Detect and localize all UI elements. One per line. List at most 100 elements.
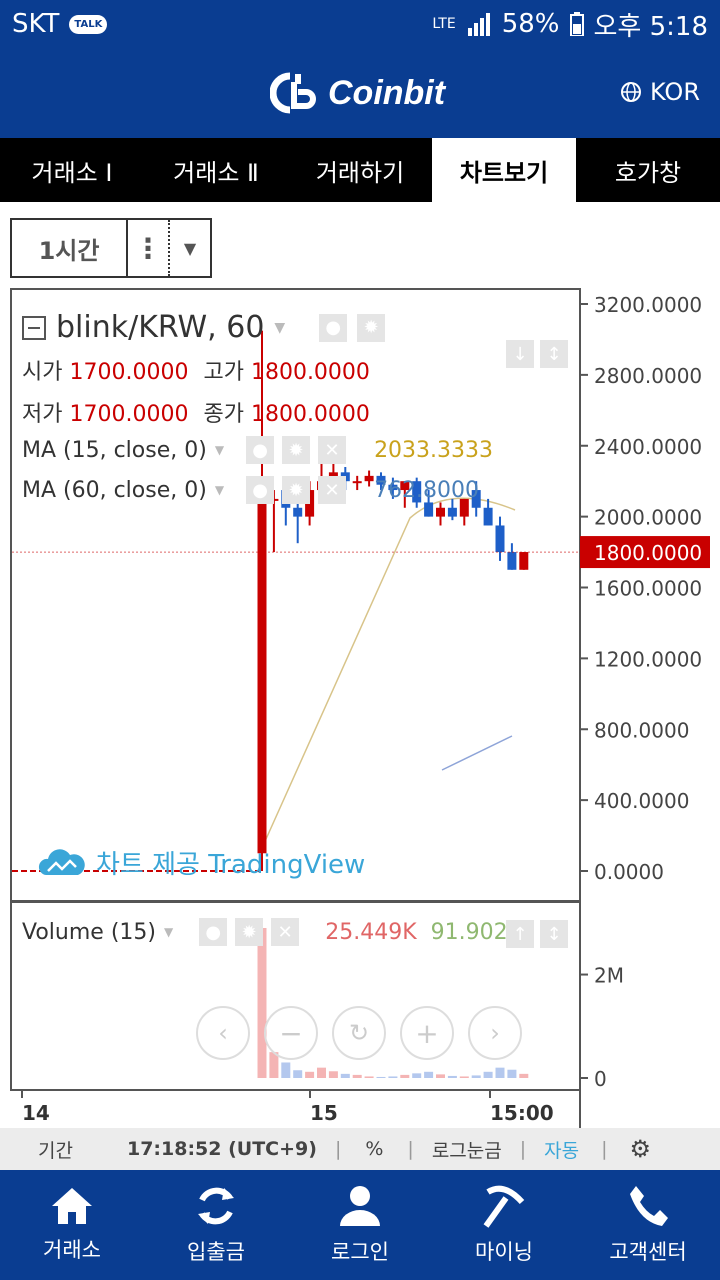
volume-bar: [328, 1071, 338, 1078]
gear-icon[interactable]: ✹: [282, 476, 311, 504]
period-button[interactable]: 기간: [38, 1136, 73, 1163]
last-price-label: 1800.0000: [594, 541, 702, 565]
y-tick-label: 3200.0000: [594, 293, 702, 317]
gear-icon[interactable]: ✹: [282, 436, 311, 464]
volume-bar: [459, 1076, 469, 1078]
y-tick-label: 2400.0000: [594, 435, 702, 459]
scroll-left-icon[interactable]: ‹: [196, 1006, 250, 1060]
ma60-label[interactable]: MA (60, close, 0): [22, 478, 207, 503]
y-tick-label: 2000.0000: [594, 506, 702, 530]
y-tick-label: 2800.0000: [594, 364, 702, 388]
bottom-nav: 거래소 입출금 로그인 마이닝 고객센터: [0, 1170, 720, 1280]
eye-icon[interactable]: ●: [246, 436, 275, 464]
nav-support[interactable]: 고객센터: [576, 1170, 720, 1280]
close-icon[interactable]: ✕: [318, 436, 347, 464]
ma15-label[interactable]: MA (15, close, 0): [22, 438, 207, 463]
open-label: 시가: [22, 360, 63, 385]
open-value: 1700.0000: [69, 360, 189, 385]
eye-icon[interactable]: ●: [246, 476, 275, 504]
low-label: 저가: [22, 402, 63, 427]
gear-icon[interactable]: ✹: [235, 918, 264, 946]
tab-exchange-1[interactable]: 거래소 Ⅰ: [0, 138, 144, 202]
maximize-icon[interactable]: ↕: [540, 920, 568, 948]
clock-readout: 17:18:52 (UTC+9): [126, 1138, 317, 1160]
gear-icon[interactable]: ✹: [357, 313, 386, 342]
volume-tick-label: 2M: [594, 964, 624, 988]
volume-bar: [447, 1075, 457, 1078]
tab-exchange-2[interactable]: 거래소 Ⅱ: [144, 138, 288, 202]
tradingview-watermark[interactable]: 차트 제공 TradingView: [38, 844, 365, 881]
chevron-down-icon[interactable]: ▼: [215, 483, 224, 497]
eye-icon[interactable]: ●: [199, 918, 228, 946]
lte-label: LTE: [432, 16, 456, 32]
language-selector[interactable]: KOR: [620, 78, 700, 106]
refresh-icon: [198, 1187, 234, 1225]
nav-deposit-withdraw[interactable]: 입출금: [144, 1170, 288, 1280]
language-label: KOR: [650, 78, 700, 106]
chevron-down-icon[interactable]: ▼: [170, 220, 210, 276]
gear-icon[interactable]: ⚙: [630, 1135, 652, 1163]
zoom-controls: ‹ − ↻ + ›: [196, 1006, 522, 1060]
eye-icon[interactable]: ●: [319, 313, 348, 342]
close-value: 1800.0000: [250, 402, 370, 427]
tab-chart[interactable]: 차트보기: [432, 138, 576, 202]
watermark-text: 차트 제공 TradingView: [96, 850, 366, 880]
main-tabs: 거래소 Ⅰ 거래소 Ⅱ 거래하기 차트보기 호가창: [0, 138, 720, 202]
signal-icon: [467, 13, 490, 36]
symbol-label[interactable]: blink/KRW, 60: [56, 310, 264, 345]
volume-value-1: 25.449K: [325, 919, 417, 945]
volume-label[interactable]: Volume (15): [22, 920, 156, 945]
tab-trade[interactable]: 거래하기: [288, 138, 432, 202]
candle-body: [519, 552, 529, 570]
volume-bar: [519, 1073, 529, 1078]
nav-exchange[interactable]: 거래소: [0, 1170, 144, 1280]
auto-scale-toggle[interactable]: 자동: [544, 1136, 579, 1163]
interval-button[interactable]: 1시간: [12, 220, 128, 276]
close-label: 종가: [203, 402, 244, 427]
chevron-down-icon[interactable]: ▼: [274, 320, 285, 336]
candle-body: [507, 552, 517, 570]
chart-container[interactable]: 3200.0000 2800.0000 2400.0000 2000.0000 1600…: [10, 288, 710, 1128]
chevron-down-icon[interactable]: ▼: [164, 925, 173, 939]
brand-logo[interactable]: Coinbit: [270, 68, 445, 118]
candle-body: [424, 502, 434, 517]
chevron-down-icon[interactable]: ▼: [215, 443, 224, 457]
volume-bar: [317, 1067, 326, 1078]
more-options-icon[interactable]: ⋮: [128, 220, 170, 276]
y-tick-label: 0.0000: [594, 860, 664, 884]
volume-bar: [507, 1069, 517, 1078]
volume-bar: [281, 1062, 291, 1078]
close-icon[interactable]: ✕: [271, 918, 300, 946]
nav-login[interactable]: 로그인: [288, 1170, 432, 1280]
chart-toolbar: 기간 17:18:52 (UTC+9) | % | 로그눈금 | 자동 | ⚙: [0, 1128, 720, 1170]
clock: 오후 5:18: [593, 11, 709, 42]
zoom-out-icon[interactable]: −: [264, 1006, 318, 1060]
close-icon[interactable]: ✕: [318, 476, 347, 504]
nav-label: 거래소: [43, 1238, 101, 1262]
percent-toggle[interactable]: %: [365, 1138, 383, 1160]
maximize-icon[interactable]: ↕: [540, 340, 568, 368]
nav-mining[interactable]: 마이닝: [432, 1170, 576, 1280]
log-scale-toggle[interactable]: 로그눈금: [432, 1136, 502, 1163]
app-header: Coinbit KOR: [0, 48, 720, 138]
y-tick-label: 400.0000: [594, 789, 689, 813]
candle-body: [293, 507, 303, 517]
scroll-right-icon[interactable]: ›: [468, 1006, 522, 1060]
ma15-path: [261, 497, 516, 849]
ohlc-row-1: 시가 1700.0000 고가 1800.0000: [22, 354, 370, 386]
collapse-icon[interactable]: [22, 315, 46, 340]
kakaotalk-icon: TALK: [69, 14, 108, 34]
candle-body: [447, 507, 457, 517]
nav-label: 고객센터: [609, 1240, 687, 1264]
move-up-icon[interactable]: ↑: [506, 920, 534, 948]
volume-bar: [364, 1076, 374, 1078]
tab-orderbook[interactable]: 호가창: [576, 138, 720, 202]
zoom-in-icon[interactable]: +: [400, 1006, 454, 1060]
ma60-line: [441, 735, 513, 771]
move-down-icon[interactable]: ↓: [506, 340, 534, 368]
y-tick-label: 1200.0000: [594, 647, 702, 671]
reset-icon[interactable]: ↻: [332, 1006, 386, 1060]
high-value: 1800.0000: [250, 360, 370, 385]
interval-selector: 1시간 ⋮ ▼: [10, 218, 212, 278]
separator: |: [334, 1138, 342, 1160]
